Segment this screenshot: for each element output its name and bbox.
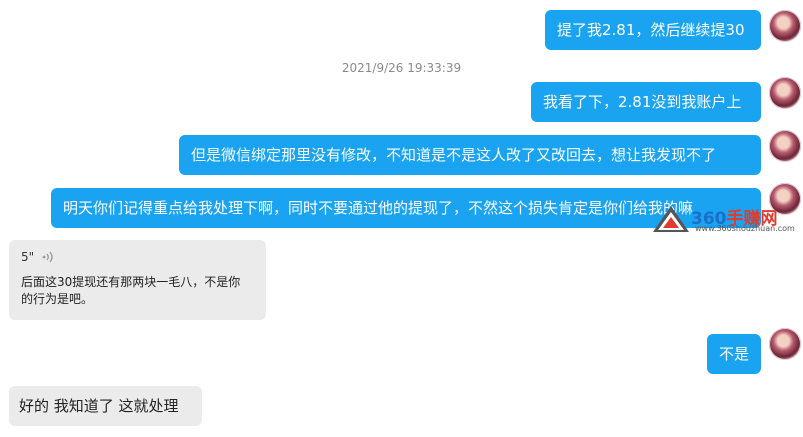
- voice-player[interactable]: 5": [21, 250, 254, 264]
- audio-wave-icon[interactable]: [42, 251, 54, 263]
- message-text: 但是微信绑定那里没有修改，不知道是不是这人改了又改回去，想让我发现不了: [191, 146, 717, 164]
- message-text: 不是: [719, 345, 750, 363]
- watermark-url: www.360shouzhuan.com: [695, 224, 795, 233]
- user-avatar[interactable]: [769, 10, 801, 42]
- outgoing-message: 不是: [707, 334, 761, 374]
- triangle-logo-icon: [653, 206, 689, 232]
- outgoing-message: 我看了下，2.81没到我账户上: [531, 82, 761, 122]
- message-timestamp: 2021/9/26 19:33:39: [341, 61, 462, 75]
- user-avatar[interactable]: [769, 130, 801, 162]
- outgoing-message: 但是微信绑定那里没有修改，不知道是不是这人改了又改回去，想让我发现不了: [179, 135, 761, 175]
- voice-transcript: 后面这30提现还有那两块一毛八，不是你的行为是吧。: [21, 275, 241, 306]
- incoming-voice-message[interactable]: 5" 后面这30提现还有那两块一毛八，不是你的行为是吧。: [9, 240, 266, 320]
- message-text: 明天你们记得重点给我处理下啊，同时不要通过他的提现了，不然这个损失肯定是你们给我…: [63, 199, 694, 217]
- voice-duration: 5": [21, 250, 35, 264]
- user-avatar[interactable]: [769, 77, 801, 109]
- incoming-message: 好的 我知道了 这就处理: [9, 386, 202, 426]
- message-text: 我看了下，2.81没到我账户上: [543, 93, 742, 111]
- message-text: 好的 我知道了 这就处理: [19, 397, 179, 415]
- message-text: 提了我2.81，然后继续提30: [557, 21, 745, 39]
- outgoing-message: 提了我2.81，然后继续提30: [545, 10, 761, 50]
- user-avatar[interactable]: [769, 328, 801, 360]
- watermark-logo: 360手赚网 www.360shouzhuan.com: [651, 204, 801, 236]
